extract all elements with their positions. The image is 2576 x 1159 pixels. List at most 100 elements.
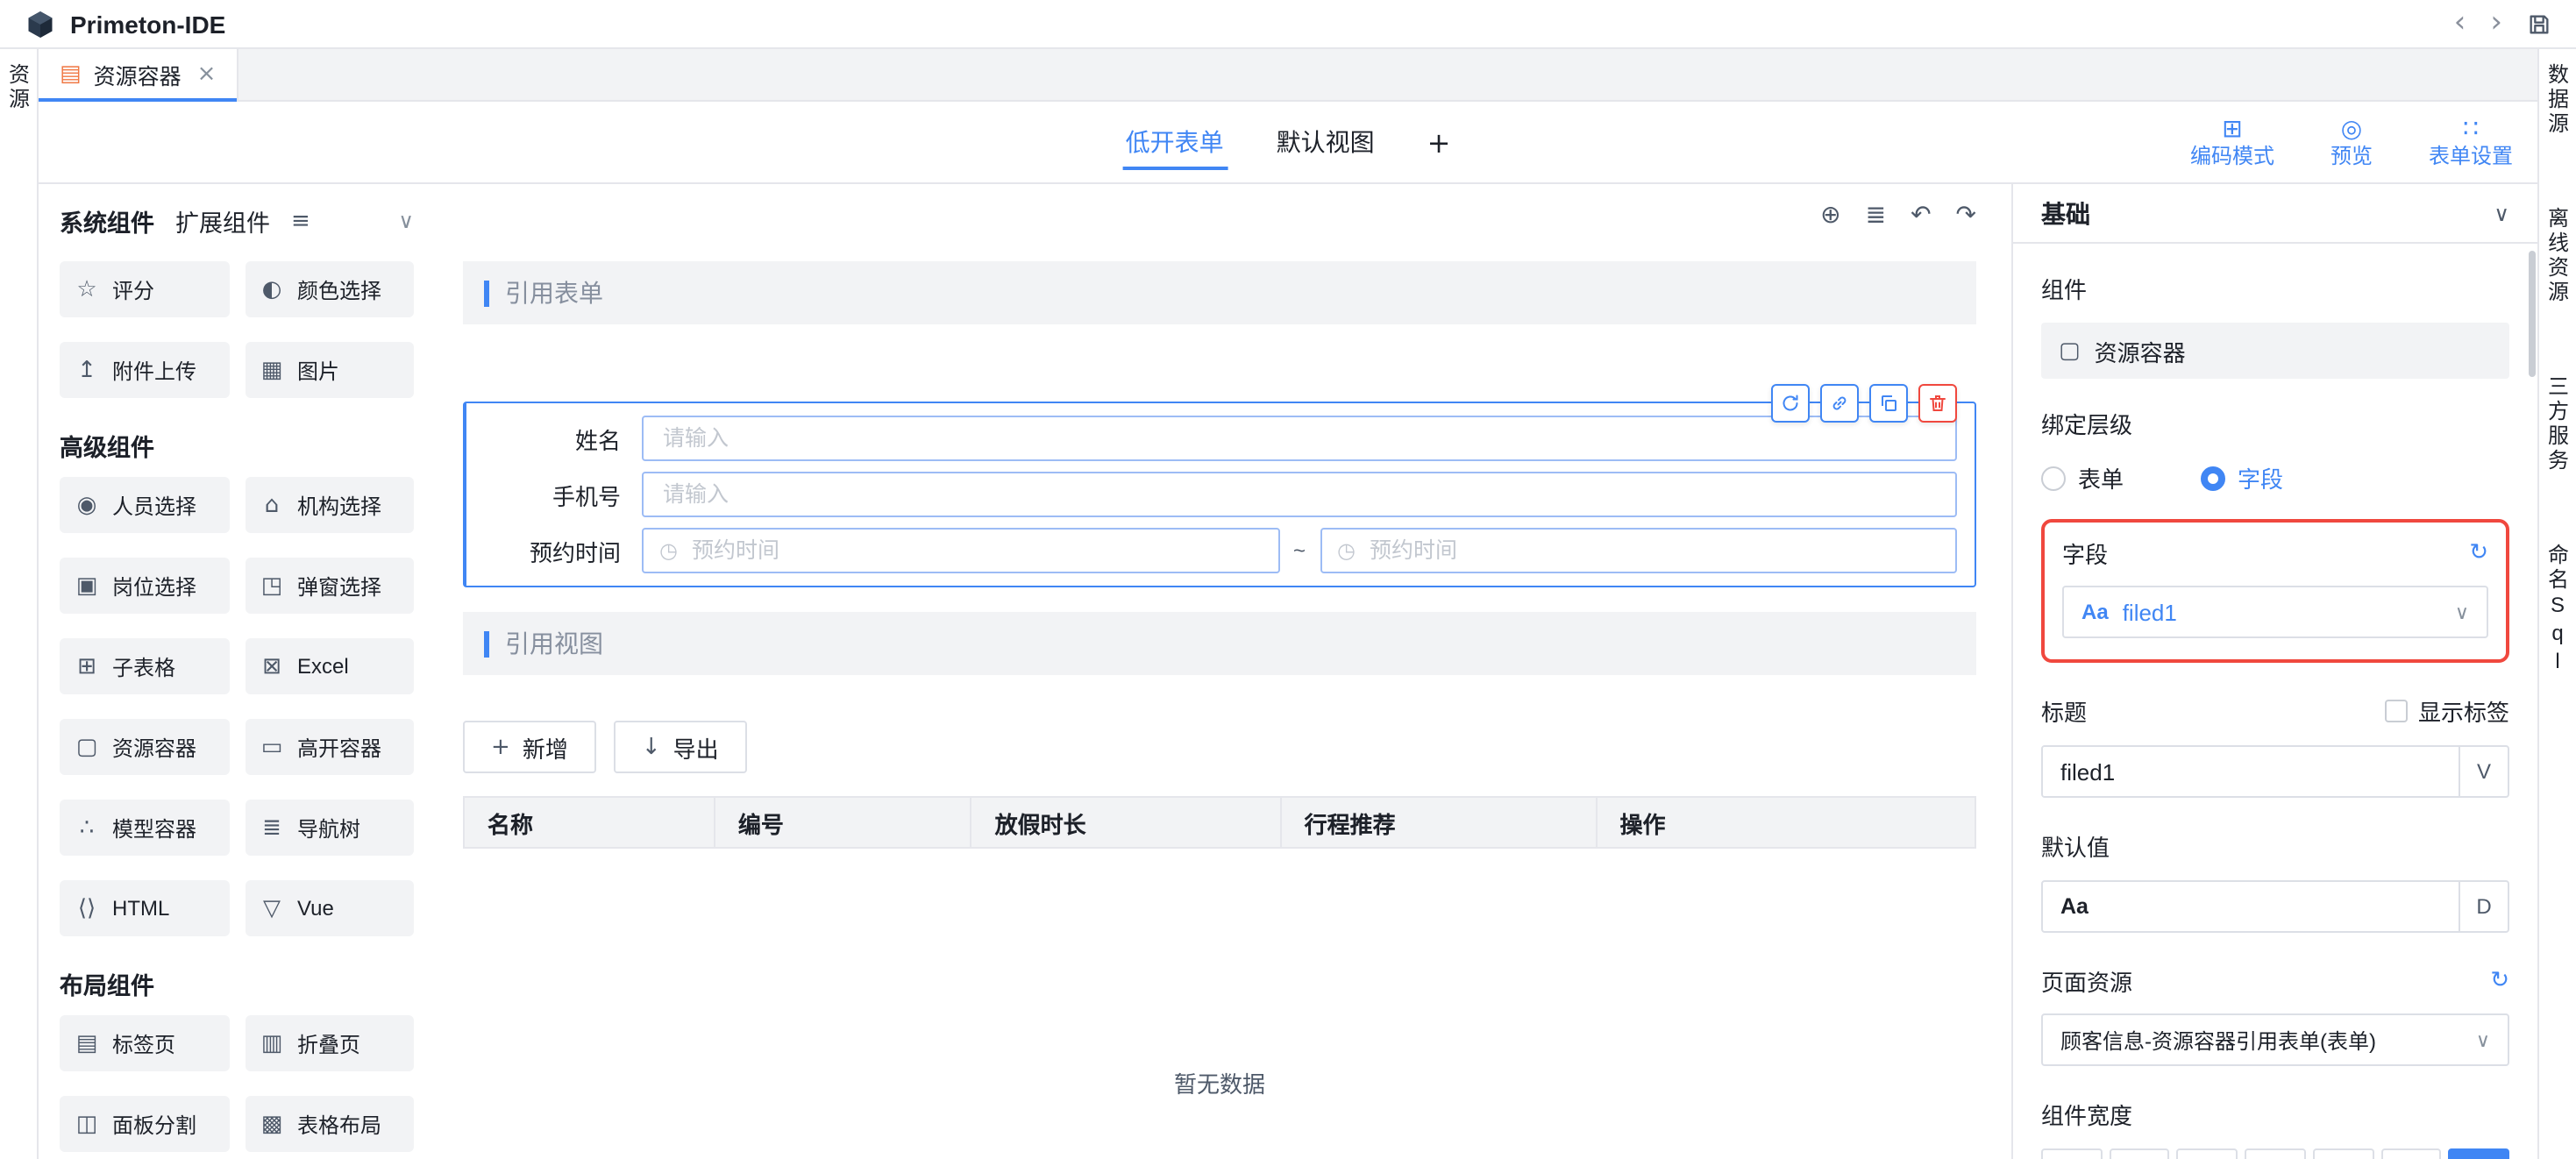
add-button[interactable]: + 新增 [463,721,596,773]
referenced-form-header[interactable]: 引用表单 [463,261,1976,324]
palette-item-collapse-page[interactable]: ▥ 折叠页 [245,1015,414,1071]
copy-button[interactable] [1869,384,1908,423]
tab-extension-components[interactable]: 扩展组件 [175,203,270,238]
content-row: 系统组件 扩展组件 ≡ ∨ ☆ 评分 ◐ 颜色选择 [39,184,2537,1159]
column-header-actions[interactable]: 操作 [1597,798,1975,847]
time-end-field[interactable] [1366,537,1939,565]
plus-icon: + [491,734,510,760]
time-start-field[interactable] [688,537,1262,565]
palette-item-color-picker[interactable]: ◐ 颜色选择 [245,261,414,317]
add-view-button[interactable]: + [1427,125,1451,159]
palette-item-nav-tree[interactable]: ≣ 导航树 [245,800,414,856]
radio-field[interactable]: 字段 [2201,461,2283,494]
palette-item-sub-table[interactable]: ⊞ 子表格 [60,638,229,694]
globe-icon[interactable]: ⊕ [1820,202,1840,230]
column-header-recommend[interactable]: 行程推荐 [1282,798,1598,847]
palette-item-org-select[interactable]: ⌂ 机构选择 [245,477,414,533]
palette-item-tabs-page[interactable]: ▤ 标签页 [60,1015,229,1071]
redo-icon[interactable]: ↷ [1956,202,1976,230]
palette-item-excel[interactable]: ⊠ Excel [245,638,414,694]
name-input[interactable] [642,416,1957,461]
phone-input[interactable] [642,472,1957,517]
width-option-1-2[interactable]: 1/2 [2245,1148,2305,1159]
name-input-field[interactable] [659,424,1939,452]
palette-item-resource-container[interactable]: ▢ 资源容器 [60,719,229,775]
table-body: 暂无数据 [463,849,1976,1159]
tab-system-components[interactable]: 系统组件 [60,203,154,238]
width-option-3-4[interactable]: 3/4 [2380,1148,2441,1159]
show-label-checkbox[interactable]: 显示标签 [2385,694,2509,728]
chevron-down-icon[interactable]: ∨ [398,209,414,233]
palette-item-post-select[interactable]: ▣ 岗位选择 [60,558,229,614]
palette-item-vue[interactable]: ▽ Vue [245,880,414,936]
column-header-number[interactable]: 编号 [715,798,972,847]
right-rail-third-party-service[interactable]: 三方服务 [2540,375,2575,473]
chevron-down-icon: ∨ [2476,1028,2490,1051]
palette-item-highcode-container[interactable]: ▭ 高开容器 [245,719,414,775]
export-button[interactable]: ↓ 导出 [614,721,747,773]
palette-item-popup-select[interactable]: ◳ 弹窗选择 [245,558,414,614]
palette-item-person-select[interactable]: ◉ 人员选择 [60,477,229,533]
preview-button[interactable]: ◎ 预览 [2306,116,2397,168]
inspector-header[interactable]: 基础 ∨ [2013,184,2537,244]
palette-item-panel-split[interactable]: ◫ 面板分割 [60,1096,229,1152]
sync-button[interactable] [1771,384,1810,423]
column-header-name[interactable]: 名称 [465,798,715,847]
width-option-2-3[interactable]: 2/3 [2313,1148,2373,1159]
tab-default-view[interactable]: 默认视图 [1277,102,1375,182]
palette-item-image[interactable]: ▦ 图片 [245,342,414,398]
title-variable-button[interactable]: V [2459,747,2508,796]
viewbar: 低开表单 默认视图 + ⊞ 编码模式 ◎ 预览 ∷ 表单设置 [39,102,2537,184]
default-dynamic-button[interactable]: D [2459,882,2508,931]
delete-button[interactable] [1918,384,1957,423]
right-rail-named-sql[interactable]: 命名Sql [2540,544,2575,677]
code-mode-button[interactable]: ⊞ 编码模式 [2187,116,2278,168]
forward-icon[interactable]: › [2490,9,2502,39]
tab-resource-container[interactable]: ▤ 资源容器 × [39,49,238,100]
phone-input-field[interactable] [659,480,1939,508]
palette-item-attachment-upload[interactable]: ↥ 附件上传 [60,342,229,398]
right-rail-offline-resource[interactable]: 离线资源 [2540,207,2575,305]
outline-icon[interactable]: ≣ [1866,202,1886,230]
left-rail-resources[interactable]: 资源 [1,63,36,112]
back-icon[interactable]: ‹ [2454,9,2466,39]
save-icon[interactable] [2527,11,2551,36]
chevron-down-icon[interactable]: ∨ [2494,201,2509,225]
page-resource-label: 页面资源 [2041,964,2132,998]
width-option-1-4[interactable]: 1/4 [2109,1148,2169,1159]
radio-form[interactable]: 表单 [2041,461,2124,494]
refresh-icon[interactable]: ↻ [2490,968,2509,994]
palette-item-label: Vue [297,896,334,921]
tab-low-code-form[interactable]: 低开表单 [1126,102,1224,182]
palette-item-model-container[interactable]: ∴ 模型容器 [60,800,229,856]
palette-item-label: 图片 [297,355,339,385]
palette-item-rating[interactable]: ☆ 评分 [60,261,229,317]
add-button-label: 新增 [523,730,568,764]
palette-item-html[interactable]: ⟨⟩ HTML [60,880,229,936]
field-select[interactable]: Aa filed1 ∨ [2062,586,2488,638]
scrollbar-thumb[interactable] [2529,251,2536,377]
title-input[interactable] [2043,747,2459,796]
palette-menu-icon[interactable]: ≡ [291,208,310,234]
width-option-full[interactable]: 1 [2449,1148,2509,1159]
radio-field-label: 字段 [2238,461,2283,494]
undo-icon[interactable]: ↶ [1911,202,1931,230]
palette-item-table-layout[interactable]: ▩ 表格布局 [245,1096,414,1152]
form-settings-button[interactable]: ∷ 表单设置 [2425,116,2516,168]
selected-form-block[interactable]: 姓名 手机号 预约时间 [463,402,1976,587]
link-button[interactable] [1820,384,1859,423]
width-option-1-6[interactable]: 1/6 [2041,1148,2102,1159]
refresh-icon[interactable]: ↻ [2469,540,2488,566]
time-end-input[interactable]: ◷ [1320,528,1957,573]
page-resource-value: 顾客信息-资源容器引用表单(表单) [2060,1025,2376,1055]
width-option-1-3[interactable]: 1/3 [2177,1148,2238,1159]
default-value-input[interactable] [2089,882,2459,931]
referenced-view-header[interactable]: 引用视图 [463,612,1976,675]
page-resource-select[interactable]: 顾客信息-资源容器引用表单(表单) ∨ [2041,1013,2509,1066]
right-rail-data-source[interactable]: 数据源 [2540,63,2575,137]
table-header: 名称 编号 放假时长 行程推荐 操作 [463,796,1976,849]
close-icon[interactable]: × [197,61,217,88]
column-header-duration[interactable]: 放假时长 [972,798,1282,847]
field-type-icon: Aa [2081,600,2109,624]
time-start-input[interactable]: ◷ [642,528,1279,573]
